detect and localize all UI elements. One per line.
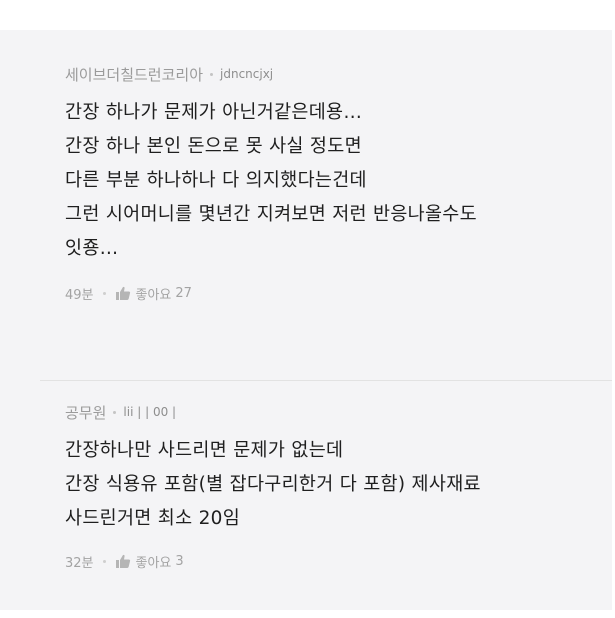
comment-text-line: 사드린거면 최소 20임 <box>65 508 241 529</box>
comment-author-row: 세이브더칠드런코리아 jdncncjxj <box>65 64 592 84</box>
thumbs-up-icon[interactable] <box>115 286 131 301</box>
comment-divider <box>40 380 612 381</box>
comment-author-name[interactable]: 공무원 <box>65 402 106 423</box>
comment-text-line: 다른 부분 하나하나 다 의지했다는건데 <box>65 170 367 191</box>
comment-text-line: 간장 식용유 포함(별 잡다구리한거 다 포함) 제사재료 <box>65 474 481 495</box>
comment-item: 공무원 lii | | 00 | 간장하나만 사드리면 문제가 없는데 간장 식… <box>65 402 592 572</box>
separator-dot <box>102 291 106 295</box>
comment-body: 간장 하나가 문제가 아닌거같은데용… 간장 하나 본인 돈으로 못 사실 정도… <box>65 96 592 266</box>
comments-panel: 세이브더칠드런코리아 jdncncjxj 간장 하나가 문제가 아닌거같은데용…… <box>0 30 612 610</box>
comment-meta-row: 32분 좋아요 3 <box>65 550 592 572</box>
comment-author-name[interactable]: 세이브더칠드런코리아 <box>65 64 203 85</box>
comment-text-line: 간장하나만 사드리면 문제가 없는데 <box>65 440 344 461</box>
comment-text-line: 그런 시어머니를 몇년간 지켜보면 저런 반응나올수도 <box>65 204 477 225</box>
comment-body: 간장하나만 사드리면 문제가 없는데 간장 식용유 포함(별 잡다구리한거 다 … <box>65 434 592 536</box>
comment-text-line: 잇죵… <box>65 238 119 259</box>
like-button-label[interactable]: 좋아요 <box>136 284 172 303</box>
comment-text-line: 간장 하나 본인 돈으로 못 사실 정도면 <box>65 136 362 157</box>
like-count: 3 <box>175 553 184 569</box>
separator-dot <box>102 559 106 563</box>
like-button-label[interactable]: 좋아요 <box>136 552 172 571</box>
separator-dot <box>210 72 214 76</box>
comment-text-line: 간장 하나가 문제가 아닌거같은데용… <box>65 102 363 123</box>
comment-item: 세이브더칠드런코리아 jdncncjxj 간장 하나가 문제가 아닌거같은데용…… <box>65 64 592 304</box>
comment-meta-row: 49분 좋아요 27 <box>65 282 592 304</box>
thumbs-up-icon[interactable] <box>115 554 131 569</box>
comment-time: 32분 <box>65 555 94 571</box>
comment-author-row: 공무원 lii | | 00 | <box>65 402 592 422</box>
separator-dot <box>113 410 117 414</box>
like-count: 27 <box>175 285 192 301</box>
comment-user-id: jdncncjxj <box>220 67 274 81</box>
comment-time: 49분 <box>65 287 94 303</box>
comment-user-id: lii | | 00 | <box>123 405 177 419</box>
